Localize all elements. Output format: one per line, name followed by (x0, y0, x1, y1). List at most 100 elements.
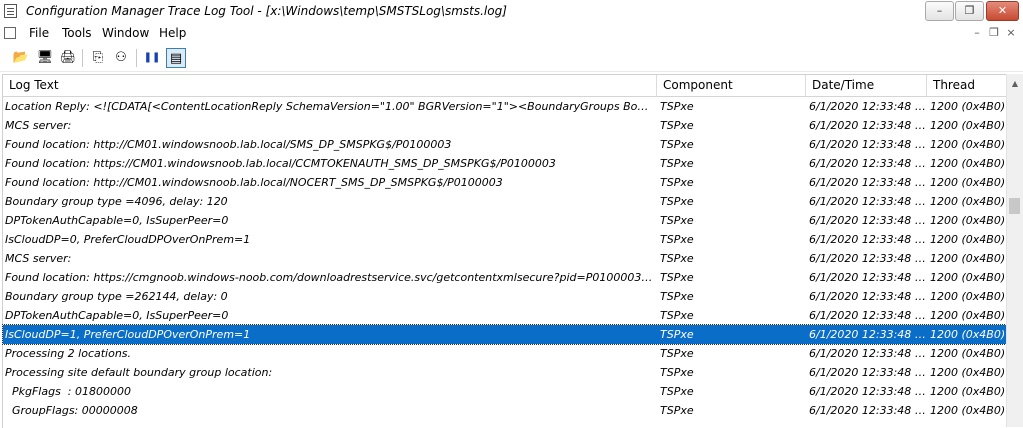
column-header-log-text[interactable]: Log Text (3, 75, 657, 96)
table-row[interactable]: DPTokenAuthCapable=0, IsSuperPeer=0 TSPxe… (3, 306, 1006, 325)
component-cell: TSPxe (660, 309, 694, 322)
component-cell: TSPxe (660, 214, 694, 227)
datetime-cell: 6/1/2020 12:33:48 PM (809, 138, 927, 151)
thread-cell: 1200 (0x4B0) (930, 214, 1006, 227)
log-text-cell: Boundary group type =4096, delay: 120 (5, 195, 228, 208)
pause-icon[interactable]: ❚❚ (142, 48, 162, 68)
component-cell: TSPxe (660, 271, 694, 284)
thread-cell: 1200 (0x4B0) (930, 328, 1006, 341)
log-text-cell: Boundary group type =262144, delay: 0 (5, 290, 228, 303)
datetime-cell: 6/1/2020 12:33:48 PM (809, 366, 927, 379)
column-header-component[interactable]: Component (657, 75, 806, 96)
table-row[interactable]: IsCloudDP=0, PreferCloudDPOverOnPrem=1 TS… (3, 230, 1006, 249)
datetime-cell: 6/1/2020 12:33:48 PM (809, 176, 927, 189)
thread-cell: 1200 (0x4B0) (930, 309, 1006, 322)
thread-cell: 1200 (0x4B0) (930, 290, 1006, 303)
datetime-cell: 6/1/2020 12:33:48 PM (809, 347, 927, 360)
table-row[interactable]: MCS server: TSPxe 6/1/2020 12:33:48 PM 1200… (3, 249, 1006, 268)
log-text-cell: Found location: http://CM01.windowsnoob.… (5, 176, 503, 189)
log-rows: Location Reply: <![CDATA[<ContentLocatio… (2, 97, 1007, 420)
vertical-scrollbar[interactable]: ▲ (1006, 74, 1023, 427)
table-row[interactable]: Found location: http://CM01.windowsnoob.… (3, 135, 1006, 154)
toolbar: 📂 🖥 🖨 ⎘ ⚇ ❚❚ ▤ (0, 45, 1023, 72)
table-row[interactable]: Processing 2 locations. TSPxe 6/1/2020 12:… (3, 344, 1006, 363)
datetime-cell: 6/1/2020 12:33:48 PM (809, 214, 927, 227)
menu-tools[interactable]: Tools (62, 26, 92, 40)
log-text-cell: DPTokenAuthCapable=0, IsSuperPeer=0 (5, 309, 229, 322)
print-preview-icon[interactable]: 🖥 (35, 48, 55, 68)
minimize-button[interactable]: – (925, 1, 954, 21)
scrollbar-thumb[interactable] (1009, 198, 1020, 214)
menu-window[interactable]: Window (102, 26, 149, 40)
log-text-cell: MCS server: (5, 119, 72, 132)
component-cell: TSPxe (660, 100, 694, 113)
thread-cell: 1200 (0x4B0) (930, 233, 1006, 246)
datetime-cell: 6/1/2020 12:33:48 PM (809, 385, 927, 398)
log-text-cell: Found location: http://CM01.windowsnoob.… (5, 138, 452, 151)
log-text-cell: PkgFlags : 01800000 (5, 385, 132, 398)
thread-cell: 1200 (0x4B0) (930, 195, 1006, 208)
datetime-cell: 6/1/2020 12:33:48 PM (809, 404, 927, 417)
component-cell: TSPxe (660, 328, 694, 341)
component-cell: TSPxe (660, 157, 694, 170)
table-row[interactable]: Boundary group type =4096, delay: 120 TSP… (3, 192, 1006, 211)
scroll-up-icon[interactable]: ▲ (1007, 76, 1023, 92)
mdi-minimize-button[interactable]: – (970, 26, 984, 39)
datetime-cell: 6/1/2020 12:33:48 PM (809, 233, 927, 246)
table-row[interactable]: MCS server: TSPxe 6/1/2020 12:33:48 PM 1200… (3, 116, 1006, 135)
datetime-cell: 6/1/2020 12:33:48 PM (809, 290, 927, 303)
log-text-cell: IsCloudDP=0, PreferCloudDPOverOnPrem=1 (5, 233, 251, 246)
restore-button[interactable]: ❐ (955, 1, 984, 21)
document-icon (4, 27, 16, 39)
table-row[interactable]: Location Reply: <![CDATA[<ContentLocatio… (3, 97, 1006, 116)
thread-cell: 1200 (0x4B0) (930, 271, 1006, 284)
log-text-cell: Processing 2 locations. (5, 347, 132, 360)
log-grid[interactable]: Log Text Component Date/Time Thread Loca… (2, 74, 1007, 428)
component-cell: TSPxe (660, 119, 694, 132)
datetime-cell: 6/1/2020 12:33:48 PM (809, 271, 927, 284)
datetime-cell: 6/1/2020 12:33:48 PM (809, 119, 927, 132)
log-text-cell: Found location: https://cmgnoob.windows-… (5, 271, 655, 284)
open-folder-icon[interactable]: 📂 (11, 48, 31, 68)
table-row[interactable]: Found location: https://CM01.windowsnoob… (3, 154, 1006, 173)
thread-cell: 1200 (0x4B0) (930, 100, 1006, 113)
datetime-cell: 6/1/2020 12:33:48 PM (809, 309, 927, 322)
table-row[interactable]: Processing site default boundary group l… (3, 363, 1006, 382)
table-row[interactable]: Found location: http://CM01.windowsnoob.… (3, 173, 1006, 192)
column-header-thread[interactable]: Thread (927, 75, 1006, 96)
thread-cell: 1200 (0x4B0) (930, 138, 1006, 151)
thread-cell: 1200 (0x4B0) (930, 176, 1006, 189)
close-button[interactable]: ✕ (986, 1, 1019, 21)
column-header-datetime[interactable]: Date/Time (806, 75, 927, 96)
datetime-cell: 6/1/2020 12:33:48 PM (809, 195, 927, 208)
component-cell: TSPxe (660, 385, 694, 398)
table-row[interactable]: IsCloudDP=1, PreferCloudDPOverOnPrem=1 TS… (2, 324, 1007, 345)
component-cell: TSPxe (660, 347, 694, 360)
log-text-cell: DPTokenAuthCapable=0, IsSuperPeer=0 (5, 214, 229, 227)
log-text-cell: Location Reply: <![CDATA[<ContentLocatio… (5, 100, 655, 113)
table-row[interactable]: Boundary group type =262144, delay: 0 TSP… (3, 287, 1006, 306)
toolbar-separator (82, 49, 83, 67)
print-icon[interactable]: 🖨 (58, 48, 78, 68)
menu-file[interactable]: File (29, 26, 49, 40)
menu-help[interactable]: Help (159, 26, 186, 40)
component-cell: TSPxe (660, 252, 694, 265)
thread-cell: 1200 (0x4B0) (930, 119, 1006, 132)
mdi-close-button[interactable]: × (1004, 26, 1018, 39)
thread-cell: 1200 (0x4B0) (930, 404, 1006, 417)
title-bar: Configuration Manager Trace Log Tool - [… (0, 0, 1023, 24)
table-row[interactable]: DPTokenAuthCapable=0, IsSuperPeer=0 TSPxe… (3, 211, 1006, 230)
table-row[interactable]: GroupFlags: 00000008 TSPxe 6/1/2020 12:33:… (3, 401, 1006, 420)
table-row[interactable]: Found location: https://cmgnoob.windows-… (3, 268, 1006, 287)
toolbar-separator (136, 49, 137, 67)
component-cell: TSPxe (660, 233, 694, 246)
mdi-restore-button[interactable]: ❐ (987, 26, 1001, 39)
find-binoculars-icon[interactable]: ⚇ (111, 48, 131, 68)
datetime-cell: 6/1/2020 12:33:48 PM (809, 328, 927, 341)
datetime-cell: 6/1/2020 12:33:48 PM (809, 157, 927, 170)
table-row[interactable]: PkgFlags : 01800000 TSPxe 6/1/2020 12:33:4… (3, 382, 1006, 401)
copy-icon[interactable]: ⎘ (88, 48, 108, 68)
thread-cell: 1200 (0x4B0) (930, 385, 1006, 398)
component-cell: TSPxe (660, 366, 694, 379)
highlight-icon[interactable]: ▤ (166, 48, 186, 68)
